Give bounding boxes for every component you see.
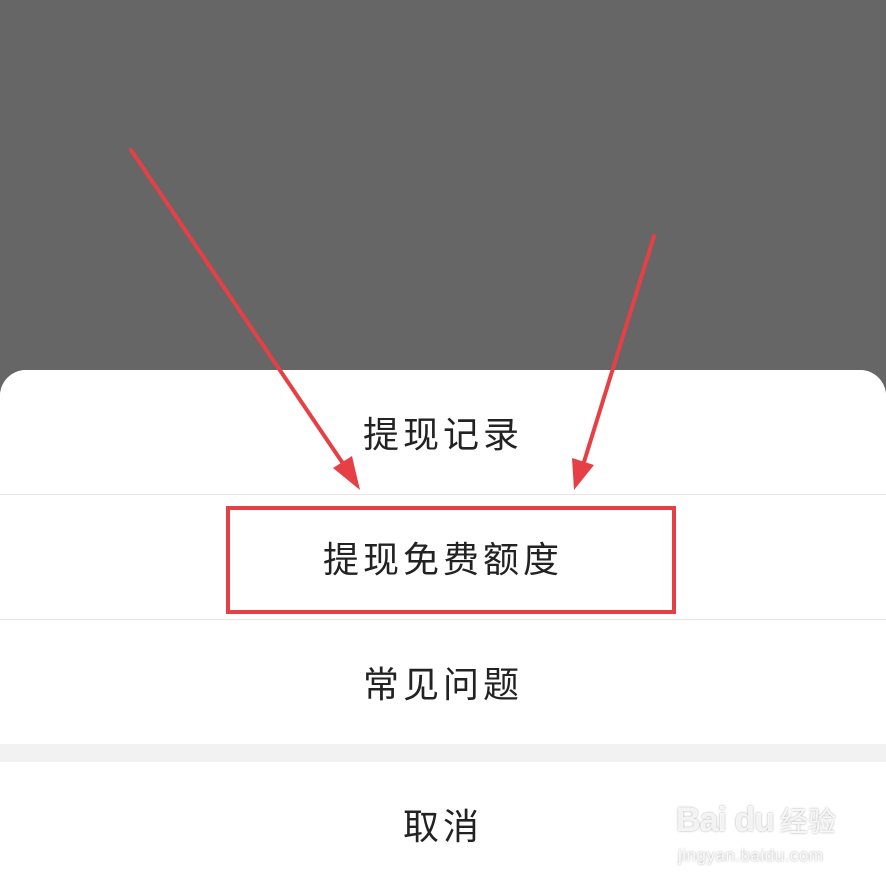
section-gap [0, 744, 886, 762]
withdrawal-record-button[interactable]: 提现记录 [0, 370, 886, 494]
cancel-button[interactable]: 取消 [0, 762, 886, 886]
free-withdrawal-quota-button[interactable]: 提现免费额度 [0, 495, 886, 619]
action-sheet: 提现记录 提现免费额度 常见问题 取消 [0, 370, 886, 886]
faq-button[interactable]: 常见问题 [0, 620, 886, 744]
screen: 提现记录 提现免费额度 常见问题 取消 Bai du 经验 jingyan.ba… [0, 0, 886, 886]
